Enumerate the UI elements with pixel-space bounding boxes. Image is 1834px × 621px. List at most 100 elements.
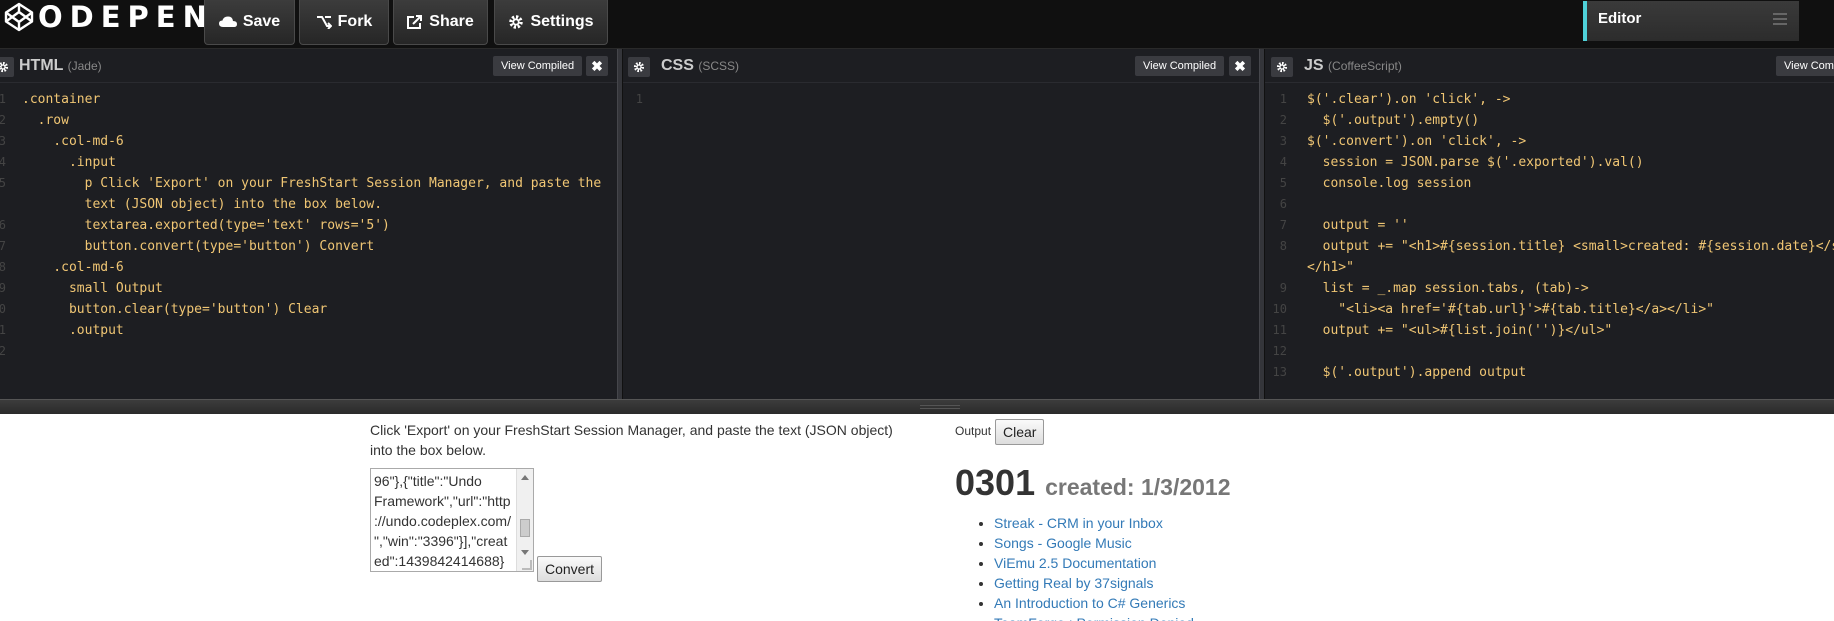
list-item: ViEmu 2.5 Documentation [994,553,1194,573]
html-pane-header: HTML (Jade) View Compiled ✖ [0,49,617,83]
code-line: 9 list = _.map session.tabs, (tab)-> [1265,278,1834,299]
html-title-text: HTML [19,57,64,74]
code-line: 12 [1265,341,1834,362]
textarea-line: ://undo.codeplex.com/ [374,513,511,529]
line-number: 5 [1279,176,1287,190]
scroll-down-icon[interactable] [521,550,529,555]
css-settings-gear-icon[interactable] [628,57,650,77]
code-text: $('.output').empty() [1307,113,1480,128]
code-line: 5 console.log session [1265,173,1834,194]
scroll-up-icon[interactable] [521,475,529,480]
clear-button[interactable]: Clear [995,419,1045,445]
tab-link[interactable]: Getting Real by 37signals [994,575,1154,591]
fork-label: Fork [337,13,373,30]
code-text: session = JSON.parse $('.exported').val(… [1307,155,1644,170]
output-label: Output [955,424,992,438]
line-number: 4 [1279,155,1287,169]
resize-grip-icon[interactable] [920,405,960,409]
css-title-text: CSS [661,57,694,74]
code-line: 13 $('.output').append output [1265,362,1834,383]
code-line: 4 session = JSON.parse $('.exported').va… [1265,152,1834,173]
code-line: 1 [623,89,1259,110]
share-button[interactable]: Share [393,0,488,45]
code-text: list = _.map session.tabs, (tab)-> [1307,281,1589,296]
code-line: 9 small Output [0,278,617,299]
html-close-icon[interactable]: ✖ [586,56,608,76]
line-number: 11 [1272,323,1287,337]
css-preprocessor: (SCSS) [698,59,740,73]
css-code-editor[interactable]: 1 [623,89,1259,110]
line-number: 2 [0,113,6,127]
editor-view-switch[interactable]: Editor [1583,1,1799,41]
line-number: 4 [0,155,6,169]
line-number: 5 [0,176,6,190]
line-number: 1 [635,92,643,106]
line-number: 11 [0,323,6,337]
code-line: 8 .col-md-6 [0,257,617,278]
code-line: 10 button.clear(type='button') Clear [0,299,617,320]
editor-view-label: Editor [1598,10,1642,27]
css-close-icon[interactable]: ✖ [1229,56,1251,76]
tab-link[interactable]: Songs - Google Music [994,535,1132,551]
textarea-line: ed":1439842414688} [374,553,505,569]
code-line: 10 "<li><a href='#{tab.url}'>#{tab.title… [1265,299,1834,320]
code-text: $('.clear').on 'click', -> [1307,92,1511,107]
list-item: Getting Real by 37signals [994,573,1194,593]
code-line: 11 output += "<ul>#{list.join('')}</ul>" [1265,320,1834,341]
logo-text: ODEPEN [38,0,214,34]
code-text: .container [22,92,101,107]
line-number: 6 [0,218,6,232]
html-pane: HTML (Jade) View Compiled ✖ 1 .container 2… [0,49,617,399]
textarea-line: Framework","url":"http [374,493,511,509]
html-code-editor[interactable]: 1 .container 2 .row 3 .col-md-6 4 .input 5 p … [0,89,617,362]
session-title-text: 0301 [955,462,1036,503]
code-line: 12 [0,341,617,362]
hamburger-menu-icon[interactable] [1773,13,1787,28]
code-line: 8 output += "<h1>#{session.title} <small… [1265,236,1834,257]
tab-link[interactable]: TeamForge : Permission Denied [994,615,1194,621]
line-number: 12 [0,344,6,358]
textarea-scrollbar[interactable] [516,469,533,571]
scroll-thumb[interactable] [520,519,530,537]
convert-button[interactable]: Convert [537,556,603,582]
settings-label: Settings [530,13,594,30]
save-button[interactable]: Save [204,0,295,45]
code-text: console.log session [1307,176,1472,191]
tab-link[interactable]: Streak - CRM in your Inbox [994,515,1163,531]
css-view-compiled-button[interactable]: View Compiled [1135,56,1225,76]
resize-corner-icon[interactable] [522,560,532,570]
js-settings-gear-icon[interactable] [1271,57,1293,77]
code-line: 1 $('.clear').on 'click', -> [1265,89,1834,110]
js-view-compiled-button[interactable]: View Comp [1776,56,1834,76]
code-text: small Output [22,281,163,296]
codepen-logo[interactable]: ODEPEN [0,0,214,34]
line-number: 10 [0,302,6,316]
tab-link[interactable]: An Introduction to C# Generics [994,595,1185,611]
js-pane: JS (CoffeeScript) View Comp 1 $('.clear')… [1265,49,1834,399]
line-number: 7 [1279,218,1287,232]
js-code-editor[interactable]: 1 $('.clear').on 'click', -> 2 $('.output'… [1265,89,1834,383]
gear-icon [508,14,524,30]
html-settings-gear-icon[interactable] [0,57,14,77]
code-line: 2 $('.output').empty() [1265,110,1834,131]
exported-json-textarea[interactable]: 96"},{"title":"Undo Framework","url":"htt… [370,468,534,572]
code-line: 11 .output [0,320,617,341]
code-line: 6 textarea.exported(type='text' rows='5'… [0,215,617,236]
editor-resize-handle[interactable] [0,399,1834,414]
session-created: created: 1/3/2012 [1045,474,1231,500]
line-number: 13 [1272,365,1287,379]
html-view-compiled-button[interactable]: View Compiled [493,56,583,76]
code-line: 4 .input [0,152,617,173]
editor-panes: HTML (Jade) View Compiled ✖ 1 .container 2… [0,49,1834,399]
code-line: 2 .row [0,110,617,131]
save-label: Save [242,13,281,30]
list-item: TeamForge : Permission Denied [994,613,1194,621]
tab-link[interactable]: ViEmu 2.5 Documentation [994,555,1156,571]
settings-button[interactable]: Settings [494,0,608,45]
line-number: 3 [0,134,6,148]
textarea-line: ","win":"3396"}],"creat [374,533,508,549]
top-bar: ODEPEN Save Fork Share Settings Editor [0,0,1834,49]
line-number: 1 [1279,92,1287,106]
fork-button[interactable]: Fork [299,0,389,45]
textarea-line: 96"},{"title":"Undo [374,473,482,489]
